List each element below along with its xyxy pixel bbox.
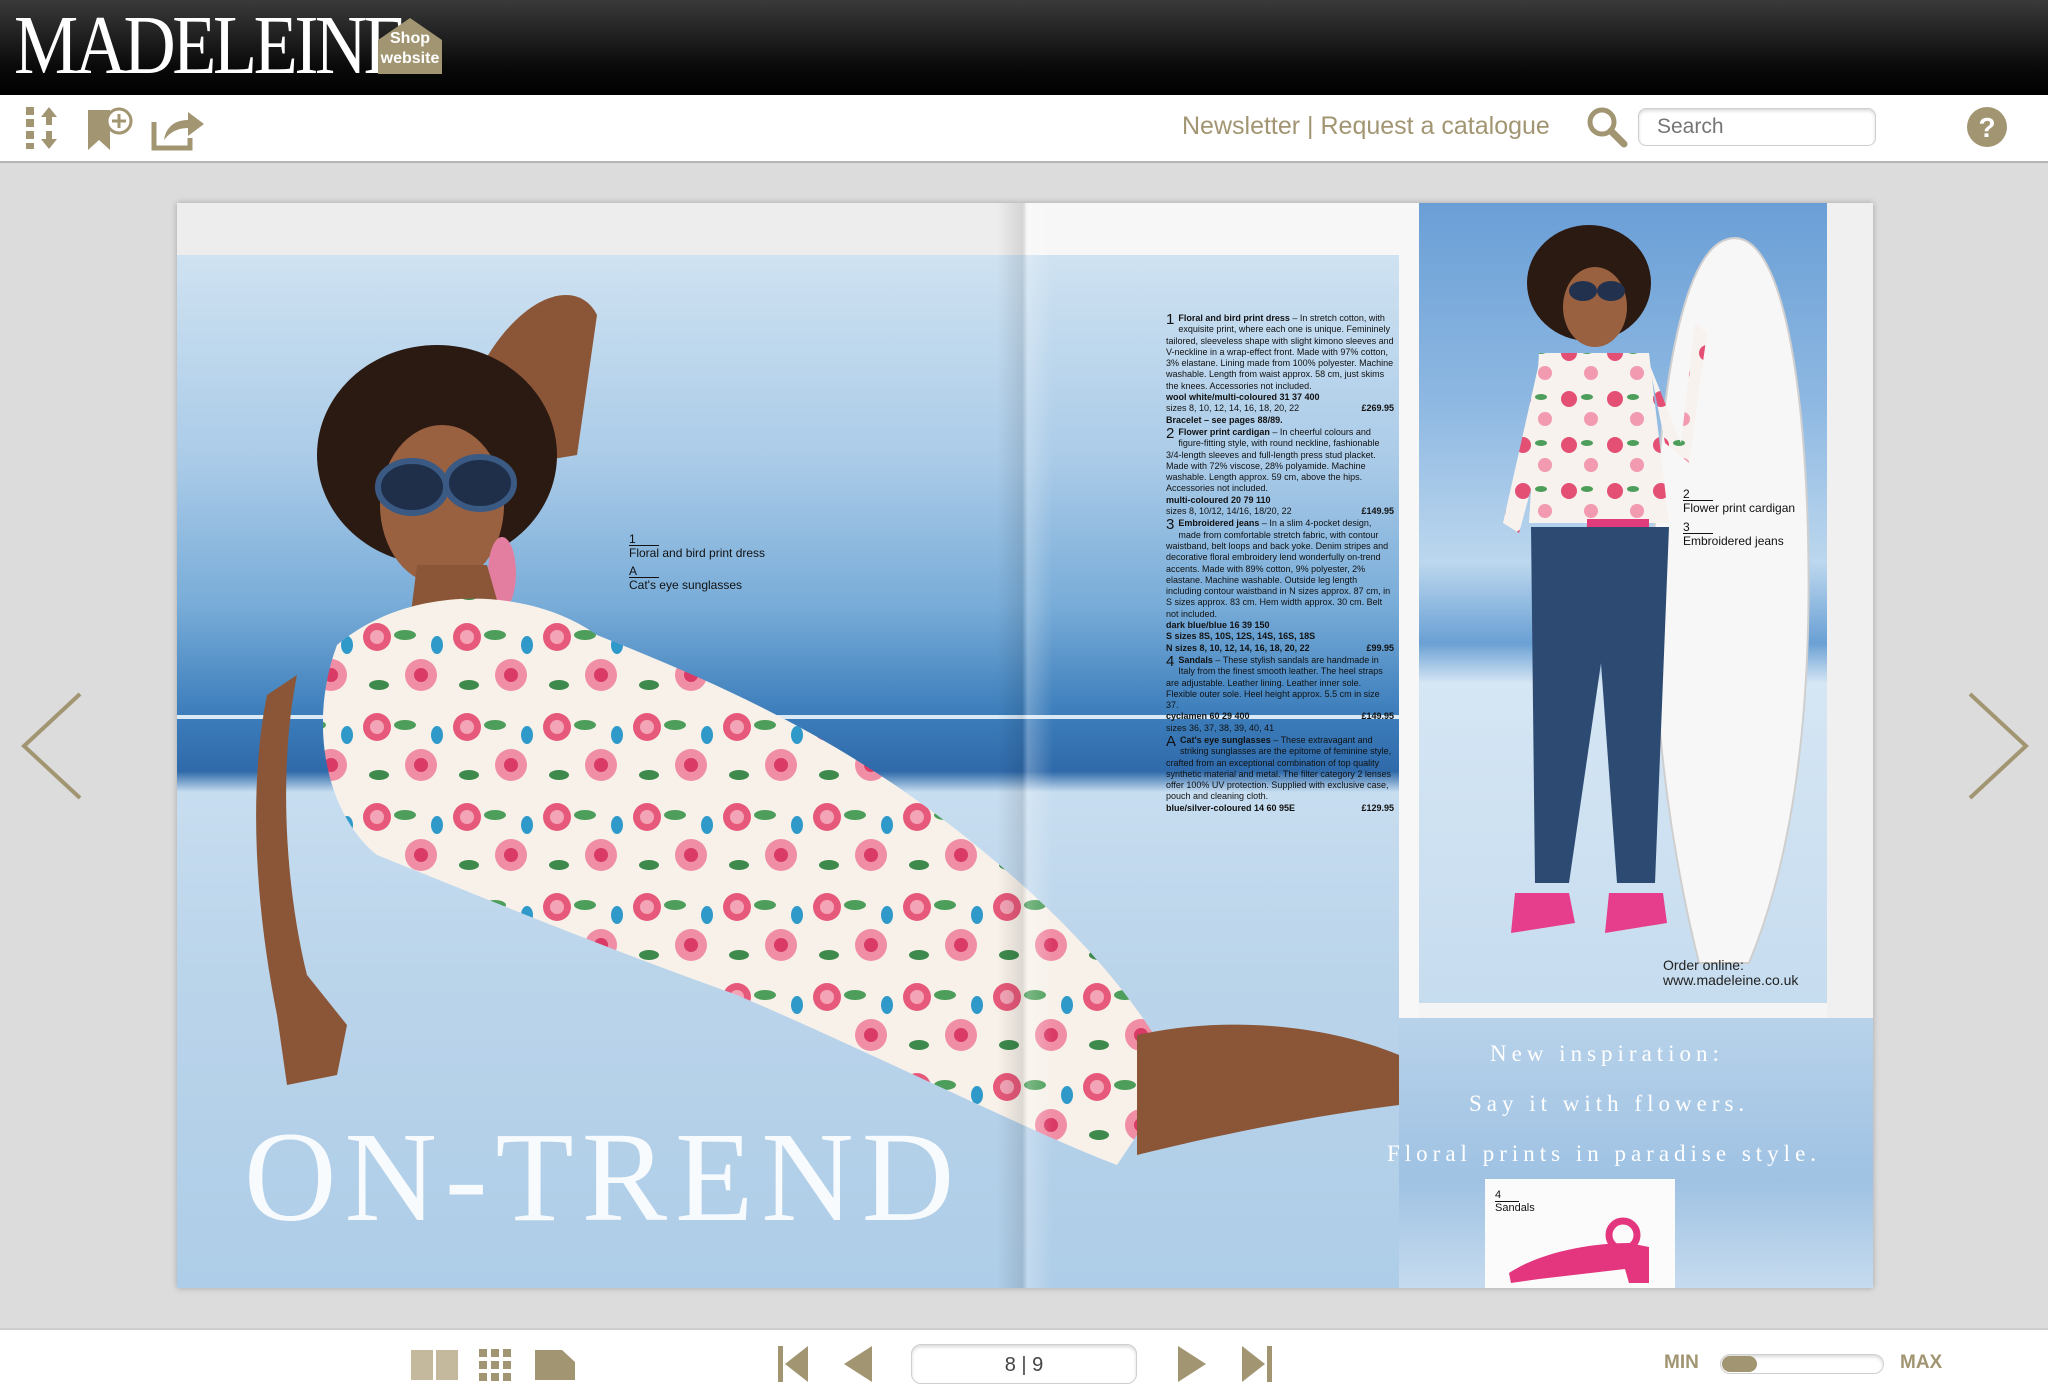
product-entry: 4 Sandals – These stylish sandals are han… bbox=[1166, 655, 1394, 734]
callout-number: 4 bbox=[1495, 1189, 1519, 1202]
model-with-surfboard-illustration bbox=[1503, 225, 1810, 964]
order-online-note: Order online: www.madeleine.co.uk bbox=[1663, 958, 1798, 988]
callout-jeans: 3 Embroidered jeans bbox=[1683, 521, 1784, 548]
product-number: A bbox=[1166, 734, 1177, 750]
product-description: – In stretch cotton, with exquisite prin… bbox=[1166, 313, 1394, 391]
link-separator: | bbox=[1300, 112, 1321, 140]
right-page-margin bbox=[1025, 203, 1399, 255]
product-entry: A Cat's eye sunglasses – These extravagan… bbox=[1166, 735, 1394, 814]
product-number: 1 bbox=[1166, 313, 1175, 328]
website-label: website bbox=[380, 50, 440, 67]
product-title: Sandals bbox=[1178, 654, 1213, 665]
product-note: Bracelet – see pages 88/89. bbox=[1166, 414, 1283, 425]
product-price: £129.95 bbox=[1361, 802, 1394, 813]
product-number: 3 bbox=[1166, 518, 1175, 534]
product-sizes: sizes 8, 10/12, 14/16, 18/20, 22 bbox=[1166, 506, 1292, 517]
product-sizes: sizes 8, 10, 12, 14, 16, 18, 20, 22 bbox=[1166, 403, 1300, 414]
product-colour: multi-coloured 20 79 110 bbox=[1166, 494, 1271, 505]
product-colour: wool white/multi-coloured 31 37 400 bbox=[1166, 392, 1320, 403]
tagline-1: New inspiration: bbox=[1490, 1041, 1724, 1066]
product-number: 4 bbox=[1166, 654, 1175, 670]
right-page-edge bbox=[1827, 203, 1873, 1018]
pink-sandal-image bbox=[1509, 1217, 1649, 1283]
side-photo: 2 Flower print cardigan 3 Embroidered je… bbox=[1419, 203, 1827, 1003]
help-icon[interactable]: ? bbox=[1966, 106, 2008, 148]
search-input[interactable] bbox=[1638, 108, 1876, 146]
single-page-view-icon[interactable] bbox=[534, 1348, 576, 1382]
product-entry: 1 Floral and bird print dress – In stretc… bbox=[1166, 313, 1394, 426]
request-catalogue-link[interactable]: Request a catalogue bbox=[1320, 112, 1549, 140]
callout-number: A bbox=[629, 565, 659, 578]
callout-label: Flower print cardigan bbox=[1683, 501, 1796, 515]
page-gutter bbox=[1399, 203, 1419, 1018]
product-sizes-n: N sizes 8, 10, 12, 14, 16, 18, 20, 22 bbox=[1166, 642, 1310, 653]
callout-label: Embroidered jeans bbox=[1683, 534, 1784, 548]
callout-number: 1 bbox=[629, 533, 659, 546]
product-price: £99.95 bbox=[1366, 642, 1394, 653]
tagline-2: Say it with flowers. bbox=[1469, 1091, 1750, 1116]
callout-sunglasses: A Cat's eye sunglasses bbox=[629, 565, 742, 592]
next-page-arrow-icon[interactable] bbox=[1966, 690, 2032, 802]
catalogue-spread[interactable]: 1 Floral and bird print dress A Cat's ey… bbox=[177, 203, 1873, 1288]
sandal-inset: 4 Sandals bbox=[1485, 1179, 1675, 1288]
first-page-icon[interactable] bbox=[776, 1344, 810, 1384]
order-online-url: www.madeleine.co.uk bbox=[1663, 972, 1799, 988]
product-description: – In a slim 4-pocket design, made from c… bbox=[1166, 518, 1391, 619]
product-number: 2 bbox=[1166, 426, 1175, 442]
product-colour: cyclamen 60 29 400 bbox=[1166, 711, 1250, 722]
next-page-icon[interactable] bbox=[1176, 1344, 1208, 1384]
zoom-slider-fill[interactable] bbox=[1722, 1356, 1757, 1372]
brand-logo[interactable]: MADELEINE bbox=[14, 2, 408, 90]
order-online-label: Order online: bbox=[1663, 957, 1744, 973]
product-colour: blue/silver-coloured 14 60 95E bbox=[1166, 802, 1296, 813]
product-specifications: 1 Floral and bird print dress – In stretc… bbox=[1166, 313, 1394, 815]
book-spine-shadow bbox=[997, 203, 1053, 1288]
top-links: Newsletter | Request a catalogue bbox=[1182, 112, 1550, 141]
svg-text:?: ? bbox=[1978, 112, 1995, 143]
double-page-view-icon[interactable] bbox=[410, 1348, 460, 1382]
product-colour: dark blue/blue 16 39 150 bbox=[1166, 620, 1270, 631]
sandal-callout: 4 Sandals bbox=[1495, 1189, 1535, 1214]
left-page-margin bbox=[177, 203, 1025, 255]
product-price: £149.95 bbox=[1361, 711, 1394, 722]
callout-number: 3 bbox=[1683, 521, 1713, 534]
headline-on-trend: ON-TREND bbox=[244, 1106, 963, 1248]
top-header: MADELEINE Shop website bbox=[0, 0, 2048, 95]
callout-number: 2 bbox=[1683, 488, 1713, 501]
previous-page-arrow-icon[interactable] bbox=[18, 690, 84, 802]
product-entry: 3 Embroidered jeans – In a slim 4-pocket … bbox=[1166, 518, 1394, 654]
product-price: £269.95 bbox=[1361, 403, 1394, 414]
callout-label: Floral and bird print dress bbox=[629, 546, 766, 560]
product-sizes: sizes 36, 37, 38, 39, 40, 41 bbox=[1166, 722, 1275, 733]
product-title: Cat's eye sunglasses bbox=[1180, 734, 1271, 745]
grid-view-icon[interactable] bbox=[478, 1348, 512, 1382]
product-title: Flower print cardigan bbox=[1178, 426, 1270, 437]
product-price: £149.95 bbox=[1361, 506, 1394, 517]
zoom-max-label: MAX bbox=[1900, 1352, 1943, 1373]
product-entry: 2 Flower print cardigan – In cheerful col… bbox=[1166, 427, 1394, 517]
callout-label: Cat's eye sunglasses bbox=[629, 578, 743, 592]
share-icon[interactable] bbox=[150, 106, 206, 152]
product-sizes: S sizes 8S, 10S, 12S, 14S, 16S, 18S bbox=[1166, 631, 1316, 642]
product-title: Floral and bird print dress bbox=[1178, 313, 1290, 323]
shop-label: Shop bbox=[390, 30, 430, 47]
search-icon[interactable] bbox=[1586, 106, 1628, 148]
last-page-icon[interactable] bbox=[1240, 1344, 1274, 1384]
bookmark-add-icon[interactable] bbox=[86, 106, 134, 152]
shop-website-button[interactable]: Shop website bbox=[376, 16, 444, 76]
previous-page-icon[interactable] bbox=[842, 1344, 874, 1384]
callout-cardigan: 2 Flower print cardigan bbox=[1683, 488, 1795, 515]
zoom-min-label: MIN bbox=[1664, 1352, 1699, 1373]
page-number-field[interactable]: 8 | 9 bbox=[911, 1344, 1137, 1384]
newsletter-link[interactable]: Newsletter bbox=[1182, 112, 1300, 140]
product-title: Embroidered jeans bbox=[1178, 518, 1260, 529]
tagline-3: Floral prints in paradise style. bbox=[1387, 1141, 1822, 1166]
callout-dress: 1 Floral and bird print dress bbox=[629, 533, 765, 560]
sort-icon[interactable] bbox=[24, 105, 60, 151]
